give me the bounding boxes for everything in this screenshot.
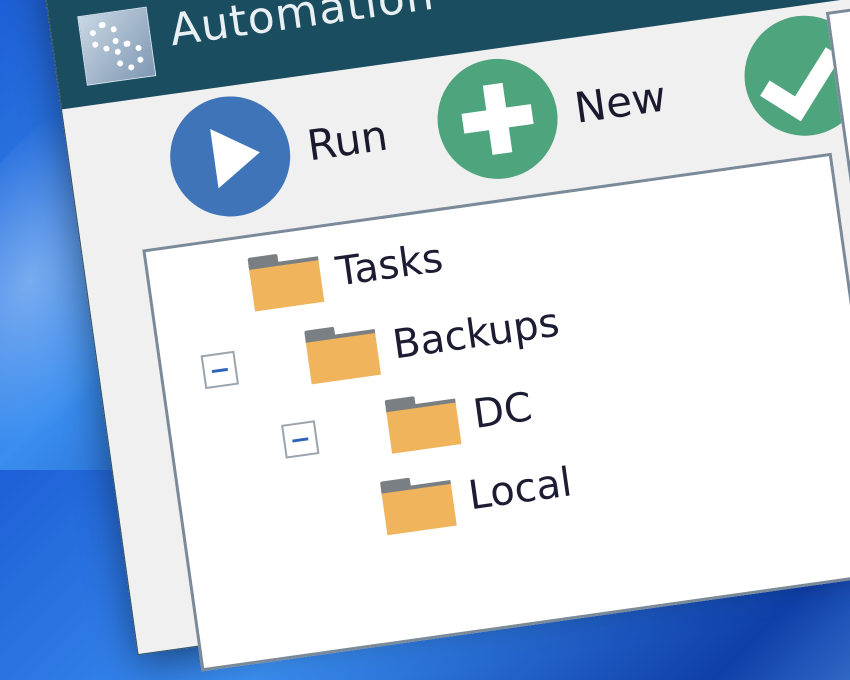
tree-item-label: Tasks: [333, 235, 446, 296]
tree-item-label: DC: [470, 384, 535, 438]
play-icon: [162, 88, 298, 225]
tree-item-tasks[interactable]: Tasks: [247, 231, 446, 312]
tree-item-label: Backups: [389, 299, 563, 369]
new-button[interactable]: New: [429, 36, 674, 187]
collapse-icon[interactable]: [200, 350, 240, 390]
run-label: Run: [304, 110, 391, 170]
folder-icon: [304, 321, 382, 385]
run-button[interactable]: Run: [162, 75, 395, 225]
plus-icon: [429, 51, 566, 187]
new-label: New: [571, 70, 669, 133]
folder-icon: [384, 391, 462, 454]
folder-icon: [247, 248, 325, 312]
tree-item-dc[interactable]: DC: [280, 380, 536, 468]
tree-item-local[interactable]: Local: [379, 455, 575, 536]
folder-icon: [379, 472, 457, 536]
collapse-icon[interactable]: [281, 420, 320, 459]
automation-window: Automation Run New Tasks Backups DC Loca…: [40, 0, 850, 672]
tree-item-label: Local: [465, 459, 575, 520]
